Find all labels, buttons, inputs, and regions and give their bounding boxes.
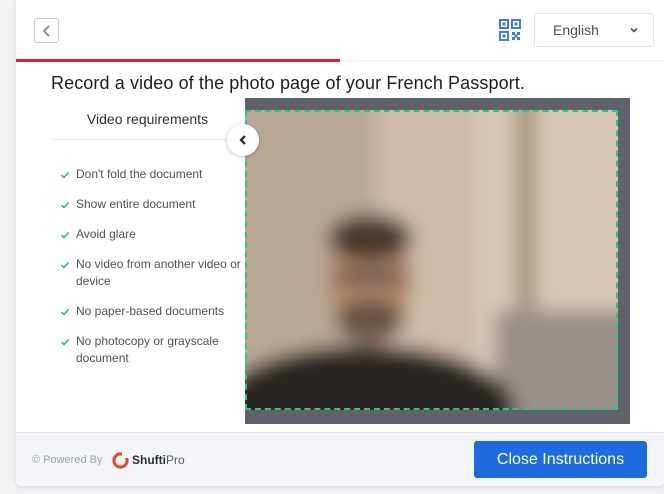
- chevron-left-icon: [42, 24, 50, 37]
- checkmark-icon: [60, 231, 70, 239]
- collapse-panel-button[interactable]: [227, 124, 259, 156]
- back-button[interactable]: [34, 18, 59, 43]
- checkmark-icon: [60, 338, 70, 346]
- requirements-list: Don't fold the document Show entire docum…: [50, 140, 245, 367]
- language-label: English: [553, 22, 599, 38]
- requirement-text: Avoid glare: [76, 227, 136, 241]
- language-select[interactable]: English: [534, 13, 654, 47]
- checkmark-icon: [60, 201, 70, 209]
- close-instructions-button[interactable]: Close Instructions: [474, 441, 647, 478]
- progress-bar: [16, 59, 340, 62]
- qr-code-icon[interactable]: [499, 19, 521, 41]
- brand-name: ShuftiPro: [132, 453, 185, 467]
- camera-preview-image: [245, 110, 618, 410]
- requirement-item: No video from another video or device: [60, 256, 245, 290]
- requirement-text: No photocopy or grayscale document: [76, 334, 219, 365]
- shufti-logo-icon: [112, 452, 129, 469]
- requirement-item: No paper-based documents: [60, 303, 245, 320]
- requirement-item: Don't fold the document: [60, 166, 245, 183]
- requirements-heading: Video requirements: [50, 98, 245, 140]
- requirement-item: Avoid glare: [60, 226, 245, 243]
- requirement-text: Show entire document: [76, 197, 196, 211]
- requirement-text: No paper-based documents: [76, 304, 225, 318]
- requirement-item: No photocopy or grayscale document: [60, 333, 245, 367]
- powered-by-label: © Powered By: [32, 454, 103, 466]
- page-title: Record a video of the photo page of your…: [51, 73, 525, 93]
- checkmark-icon: [60, 308, 70, 316]
- checkmark-icon: [60, 171, 70, 179]
- verification-card: English Record a video of the photo page…: [16, 0, 664, 486]
- checkmark-icon: [60, 261, 70, 269]
- requirement-text: No video from another video or device: [76, 257, 241, 288]
- camera-feed: [245, 110, 618, 410]
- requirements-panel: Video requirements Don't fold the docume…: [50, 98, 245, 424]
- chevron-down-icon: [630, 27, 638, 33]
- requirement-item: Show entire document: [60, 196, 245, 213]
- brand-name-bold: Shufti: [132, 453, 166, 467]
- footer: © Powered By ShuftiPro Close Instruction…: [16, 432, 664, 486]
- brand-name-light: Pro: [166, 453, 185, 467]
- chevron-left-icon: [239, 135, 246, 145]
- camera-area: [245, 98, 630, 424]
- requirement-text: Don't fold the document: [76, 167, 203, 181]
